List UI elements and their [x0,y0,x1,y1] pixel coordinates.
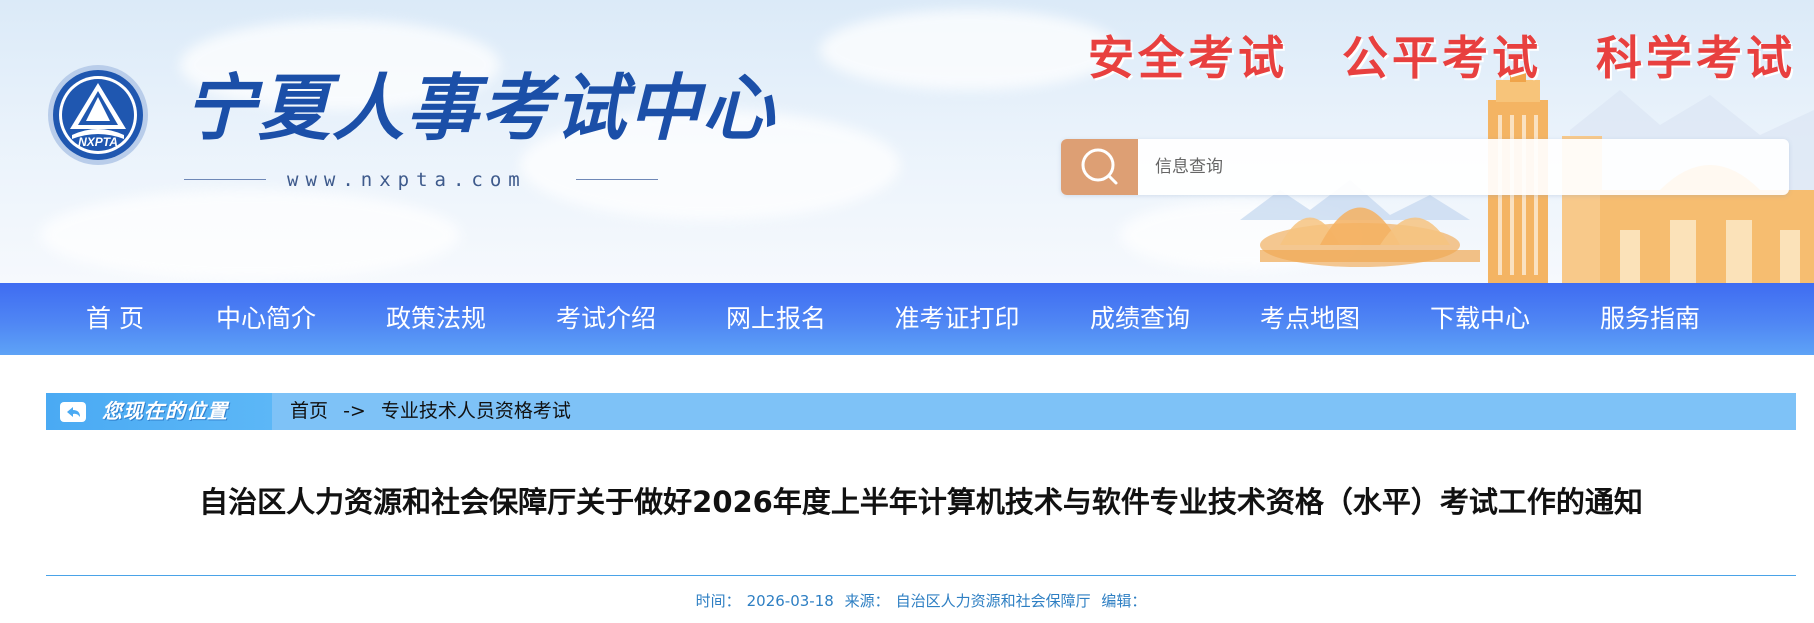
time-value: 2026-03-18 [746,592,834,610]
main-nav: 首 页 中心简介 政策法规 考试介绍 网上报名 准考证打印 成绩查询 考点地图 … [0,283,1814,355]
search-box [1061,139,1789,195]
breadcrumb: 您现在的位置 首页 -> 专业技术人员资格考试 [46,393,1796,430]
search-icon [1081,148,1118,185]
nav-item-exams[interactable]: 考试介绍 [540,283,672,355]
slogan-fair: 公平考试 [1342,31,1542,85]
site-url: www.nxpta.com [287,169,527,191]
divider-line [184,179,266,180]
nxpta-logo-icon[interactable]: NXPTA [46,63,150,167]
breadcrumb-home-link[interactable]: 首页 [290,393,328,430]
article-title: 自治区人力资源和社会保障厅关于做好2026年度上半年计算机技术与软件专业技术资格… [199,485,1643,519]
source-value: 自治区人力资源和社会保障厅 [895,592,1091,610]
cloud-decoration [40,190,460,280]
site-url-row: www.nxpta.com [184,168,658,192]
divider-line [576,179,658,180]
nav-item-downloads[interactable]: 下载中心 [1414,283,1546,355]
site-header: NXPTA 宁夏人事考试中心 www.nxpta.com 安全考试 公平考试 科… [0,0,1814,283]
nav-item-site-map[interactable]: 考点地图 [1244,283,1376,355]
nav-item-admission-ticket[interactable]: 准考证打印 [884,283,1030,355]
search-input[interactable] [1155,147,1755,187]
nav-item-home[interactable]: 首 页 [62,283,168,355]
nav-item-about[interactable]: 中心简介 [200,283,332,355]
title-divider [46,575,1796,576]
nav-item-scores[interactable]: 成绩查询 [1074,283,1206,355]
site-name[interactable]: 宁夏人事考试中心 [184,58,774,158]
editor-label: 编辑： [1101,592,1147,610]
search-button[interactable] [1061,139,1138,195]
slogan-safe: 安全考试 [1088,31,1288,85]
nav-item-service-guide[interactable]: 服务指南 [1584,283,1716,355]
breadcrumb-tag-label: 您现在的位置 [102,399,228,423]
slogan-group: 安全考试 公平考试 科学考试 [1088,30,1796,86]
cloud-decoration [820,10,1120,90]
nav-item-policy[interactable]: 政策法规 [370,283,502,355]
slogan-scientific: 科学考试 [1596,31,1796,85]
time-label: 时间： [695,592,741,610]
logo-text: NXPTA [78,135,118,149]
return-arrow-icon [60,402,86,422]
breadcrumb-tag: 您现在的位置 [46,393,272,430]
article-meta: 时间： 2026-03-18 来源： 自治区人力资源和社会保障厅 编辑： [46,588,1796,614]
breadcrumb-path: 首页 -> 专业技术人员资格考试 [290,393,571,430]
source-label: 来源： [844,592,890,610]
breadcrumb-category-link[interactable]: 专业技术人员资格考试 [381,393,571,430]
breadcrumb-separator: -> [343,400,366,422]
nav-item-registration[interactable]: 网上报名 [710,283,842,355]
